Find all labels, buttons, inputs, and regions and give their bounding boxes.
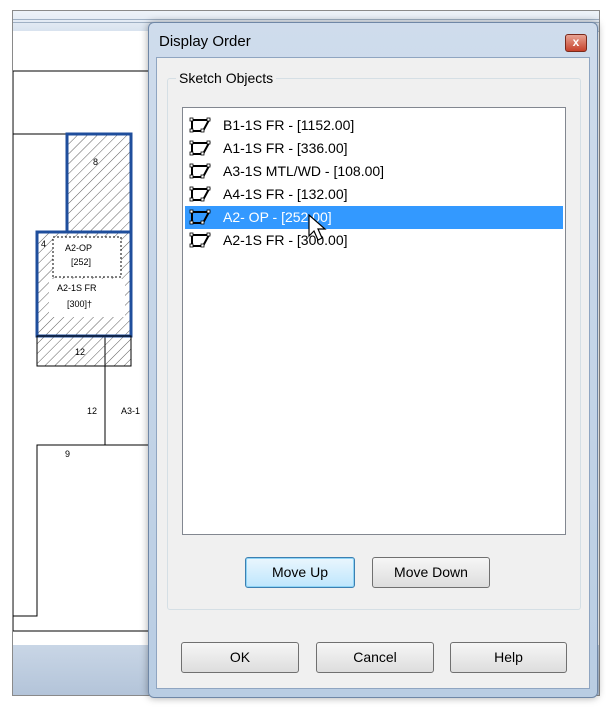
sketch-objects-list[interactable]: B1-1S FR - [1152.00] A1-1S FR - [336.00]… (182, 107, 566, 535)
close-button[interactable]: x (565, 34, 587, 52)
list-item[interactable]: A4-1S FR - [132.00] (185, 183, 563, 206)
sketch-polygon-icon (189, 163, 211, 179)
sketch-area-value: [252] (71, 257, 92, 267)
list-item[interactable]: B1-1S FR - [1152.00] (185, 114, 563, 137)
mouse-pointer-icon (308, 214, 327, 241)
ok-button[interactable]: OK (181, 642, 299, 673)
sketch-canvas[interactable]: 8 4 A2-OP [252] A2-1S FR [300]† 12 12 A3… (13, 31, 153, 641)
sketch-area-label: A2-OP (65, 243, 93, 253)
list-item-label: A3-1S MTL/WD - [108.00] (223, 163, 385, 179)
group-label: Sketch Objects (176, 70, 277, 86)
list-item[interactable]: A3-1S MTL/WD - [108.00] (185, 160, 563, 183)
sketch-area-value: [300]† (67, 299, 93, 309)
sketch-polygon-icon (189, 209, 211, 225)
dialog-body: Sketch Objects B1-1S FR - [1152.00] A1-1… (156, 57, 590, 689)
sketch-dimension-label: 12 (75, 347, 86, 357)
list-item-label: A4-1S FR - [132.00] (223, 186, 348, 202)
sketch-area-label: A3-1 (121, 406, 141, 416)
sketch-drawing (13, 70, 153, 632)
list-item-label: A2-1S FR - [300.00] (223, 232, 348, 248)
sketch-objects-group: Sketch Objects B1-1S FR - [1152.00] A1-1… (167, 70, 581, 610)
help-button[interactable]: Help (450, 642, 567, 673)
sketch-polygon-icon (189, 186, 211, 202)
display-order-dialog: Display Order x Sketch Objects B1-1S FR … (148, 22, 598, 698)
move-down-button[interactable]: Move Down (372, 557, 490, 588)
cancel-button[interactable]: Cancel (316, 642, 434, 673)
sketch-dimension-label: 4 (41, 239, 47, 249)
sketch-dimension-label: 12 (87, 406, 98, 416)
dialog-title: Display Order (159, 33, 251, 50)
sketch-polygon-icon (189, 232, 211, 248)
sketch-area-label: A2-1S FR (57, 283, 97, 293)
list-item-label: A1-1S FR - [336.00] (223, 140, 348, 156)
move-up-button[interactable]: Move Up (245, 557, 355, 588)
sketch-polygon-icon (189, 140, 211, 156)
list-item-label: B1-1S FR - [1152.00] (223, 117, 355, 133)
sketch-dimension-label: 8 (93, 157, 99, 167)
list-item[interactable]: A1-1S FR - [336.00] (185, 137, 563, 160)
close-icon: x (572, 35, 580, 49)
sketch-a2-upper-block (65, 132, 133, 234)
list-item[interactable]: A2-1S FR - [300.00] (185, 229, 563, 252)
sketch-polygon-icon (189, 117, 211, 133)
list-item-selected[interactable]: A2- OP - [252.00] (185, 206, 563, 229)
sketch-dimension-label: 9 (65, 449, 71, 459)
